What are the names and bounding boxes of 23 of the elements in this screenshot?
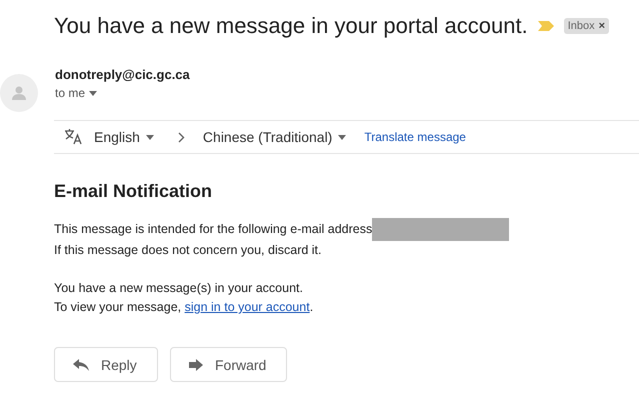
email-heading: E-mail Notification <box>54 181 214 202</box>
translate-link[interactable]: Translate message <box>364 130 466 144</box>
label-chip[interactable]: Inbox × <box>564 18 610 34</box>
recipient-text: to me <box>55 86 86 100</box>
body-text: If this message does not concern you, discard it. <box>54 242 322 259</box>
sender-email: donotreply@cic.gc.ca <box>55 67 190 82</box>
forward-arrow-icon <box>189 358 203 370</box>
caret-icon <box>146 134 154 140</box>
forward-button[interactable]: Forward <box>170 347 288 382</box>
body-text: You have a new message(s) in your account. <box>54 280 303 297</box>
body-text: This message is intended for the following e-mail address <box>54 221 372 238</box>
reply-button[interactable]: Reply <box>54 347 158 382</box>
email-subject: You have a new message in your portal account. <box>54 13 528 39</box>
avatar-icon <box>0 74 38 112</box>
caret-icon <box>338 134 346 140</box>
chevron-right-icon <box>178 132 185 142</box>
target-language-dropdown[interactable]: Chinese (Traditional) <box>202 129 346 145</box>
body-text: To view your message, sign in to your account. <box>54 299 314 316</box>
source-language-dropdown[interactable]: English <box>94 129 154 145</box>
sign-in-link[interactable]: sign in to your account <box>184 300 310 314</box>
caret-icon <box>89 90 98 96</box>
translate-icon <box>64 129 82 145</box>
reply-arrow-icon <box>73 358 89 370</box>
